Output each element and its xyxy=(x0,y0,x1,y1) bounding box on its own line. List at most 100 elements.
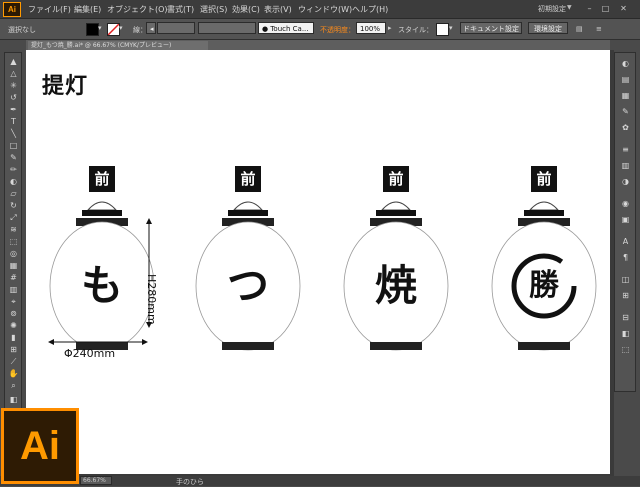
column-graph-tool-icon[interactable]: ▮ xyxy=(8,333,19,342)
lantern-kanji: つ xyxy=(226,261,269,310)
menu-effect[interactable]: 効果(C) xyxy=(232,4,260,15)
panel-menu-icon[interactable]: ≡ xyxy=(596,25,602,33)
magic-wand-tool-icon[interactable]: ✳ xyxy=(8,81,19,90)
brush-definition-dropdown[interactable]: ● Touch Ca... xyxy=(258,22,314,34)
minimize-icon[interactable]: – xyxy=(584,3,595,14)
character-panel-icon[interactable]: A xyxy=(620,237,631,246)
align-panel-icon[interactable]: ⊟ xyxy=(620,313,631,322)
workspace-caret-icon[interactable]: ▼ xyxy=(567,4,572,11)
style-label: スタイル： xyxy=(398,26,433,34)
zoom-field[interactable]: 66.67% xyxy=(80,476,112,485)
fill-stroke-icon[interactable]: ◧ xyxy=(8,395,19,404)
transparency-panel-icon[interactable]: ◑ xyxy=(620,177,631,186)
close-icon[interactable]: ✕ xyxy=(618,3,629,14)
artboards-panel-icon[interactable]: ⊞ xyxy=(620,291,631,300)
symbols-panel-icon[interactable]: ✿ xyxy=(620,123,631,132)
artboard-title: 提灯 xyxy=(42,73,89,99)
pencil-tool-icon[interactable]: ✏ xyxy=(8,165,19,174)
stroke-caret-icon[interactable]: ▾ xyxy=(119,24,123,32)
menu-object[interactable]: オブジェクト(O) xyxy=(107,4,168,15)
menu-select[interactable]: 選択(S) xyxy=(200,4,227,15)
lantern-kanji: 焼 xyxy=(374,261,417,310)
appearance-panel-icon[interactable]: ◉ xyxy=(620,199,631,208)
artboard-tool-icon[interactable]: ⊞ xyxy=(8,345,19,354)
stroke-weight-stepper[interactable]: ◂ xyxy=(146,22,156,34)
hand-tool-icon[interactable]: ✋ xyxy=(8,369,19,378)
rectangle-tool-icon[interactable]: □ xyxy=(8,141,19,150)
lantern-kanji: 勝 xyxy=(529,268,559,303)
lantern-2[interactable]: 前 つ xyxy=(192,166,304,366)
free-transform-tool-icon[interactable]: ⬚ xyxy=(8,237,19,246)
color-guide-icon[interactable]: ▤ xyxy=(620,75,631,84)
selection-status: 選択なし xyxy=(8,26,36,34)
line-tool-icon[interactable]: ╲ xyxy=(8,129,19,138)
type-tool-icon[interactable]: T xyxy=(8,117,19,126)
illustrator-logo-badge: Ai xyxy=(1,408,79,484)
symbol-sprayer-tool-icon[interactable]: ✺ xyxy=(8,321,19,330)
menu-bar: Ai ファイル(F) 編集(E) オブジェクト(O) 書式(T) 選択(S) 効… xyxy=(0,0,640,19)
document-tab[interactable]: 提灯_もつ焼_勝.ai* @ 66.67% (CMYK/プレビュー) xyxy=(28,41,208,50)
eyedropper-tool-icon[interactable]: ⌖ xyxy=(8,297,19,306)
arrange-icon[interactable]: ▤ xyxy=(576,25,583,33)
fill-caret-icon[interactable]: ▾ xyxy=(98,24,102,32)
slice-tool-icon[interactable]: ⟋ xyxy=(8,357,19,366)
style-caret-icon[interactable]: ▾ xyxy=(449,24,453,32)
front-label: 前 xyxy=(531,166,557,192)
graphic-style-swatch[interactable] xyxy=(436,23,449,36)
paragraph-panel-icon[interactable]: ¶ xyxy=(620,253,631,262)
menu-view[interactable]: 表示(V) xyxy=(264,4,292,15)
layers-panel-icon[interactable]: ◫ xyxy=(620,275,631,284)
direct-selection-tool-icon[interactable]: △ xyxy=(8,69,19,78)
menu-type[interactable]: 書式(T) xyxy=(167,4,194,15)
pathfinder-panel-icon[interactable]: ◧ xyxy=(620,329,631,338)
gradient-panel-icon[interactable]: ▥ xyxy=(620,161,631,170)
variable-width-profile[interactable] xyxy=(198,22,256,34)
mesh-tool-icon[interactable]: # xyxy=(8,273,19,282)
graphic-styles-panel-icon[interactable]: ▣ xyxy=(620,215,631,224)
paintbrush-tool-icon[interactable]: ✎ xyxy=(8,153,19,162)
front-label: 前 xyxy=(89,166,115,192)
shape-builder-tool-icon[interactable]: ◎ xyxy=(8,249,19,258)
menu-file[interactable]: ファイル(F) xyxy=(28,4,71,15)
width-dimension-label: Φ240mm xyxy=(64,347,116,360)
height-dimension-label: H280mm xyxy=(145,274,158,325)
menu-window[interactable]: ウィンドウ(W) xyxy=(298,4,352,15)
pen-tool-icon[interactable]: ✒ xyxy=(8,105,19,114)
eraser-tool-icon[interactable]: ▱ xyxy=(8,189,19,198)
blob-brush-tool-icon[interactable]: ◐ xyxy=(8,177,19,186)
perspective-grid-tool-icon[interactable]: ▦ xyxy=(8,261,19,270)
menu-edit[interactable]: 編集(E) xyxy=(74,4,101,15)
status-bar: 66.67% 手のひら xyxy=(0,476,640,486)
front-label: 前 xyxy=(383,166,409,192)
scale-tool-icon[interactable]: ⤢ xyxy=(8,213,19,222)
document-settings-button[interactable]: ドキュメント設定 xyxy=(460,22,522,34)
lantern-4[interactable]: 前 勝 xyxy=(488,166,600,366)
front-label: 前 xyxy=(235,166,261,192)
gradient-tool-icon[interactable]: ▥ xyxy=(8,285,19,294)
maximize-icon[interactable]: □ xyxy=(600,3,611,14)
preferences-button[interactable]: 環境設定 xyxy=(528,22,568,34)
artboard[interactable]: 提灯 前 も 前 つ 前 焼 前 勝 H280mm Φ240mm xyxy=(26,50,610,474)
app-logo: Ai xyxy=(3,2,21,17)
workspace-switcher[interactable]: 初期設定 xyxy=(538,4,566,14)
width-tool-icon[interactable]: ≋ xyxy=(8,225,19,234)
menu-help[interactable]: ヘルプ(H) xyxy=(352,4,388,15)
stroke-label: 線： xyxy=(133,26,147,34)
lasso-tool-icon[interactable]: ↺ xyxy=(8,93,19,102)
swatches-panel-icon[interactable]: ▦ xyxy=(620,91,631,100)
zoom-tool-icon[interactable]: ⌕ xyxy=(8,381,19,390)
selection-tool-icon[interactable]: ▲ xyxy=(8,57,19,66)
opacity-label[interactable]: 不透明度： xyxy=(320,25,355,35)
brushes-panel-icon[interactable]: ✎ xyxy=(620,107,631,116)
lantern-3[interactable]: 前 焼 xyxy=(340,166,452,366)
panel-dock: ◐ ▤ ▦ ✎ ✿ ≡ ▥ ◑ ◉ ▣ A ¶ ◫ ⊞ ⊟ ◧ ⬚ xyxy=(614,52,636,392)
transform-panel-icon[interactable]: ⬚ xyxy=(620,345,631,354)
stroke-panel-icon[interactable]: ≡ xyxy=(620,145,631,154)
opacity-field[interactable]: 100% xyxy=(356,22,386,34)
blend-tool-icon[interactable]: ⊚ xyxy=(8,309,19,318)
tools-panel: ▲ △ ✳ ↺ ✒ T ╲ □ ✎ ✏ ◐ ▱ ↻ ⤢ ≋ ⬚ ◎ ▦ # ▥ … xyxy=(4,52,22,412)
rotate-tool-icon[interactable]: ↻ xyxy=(8,201,19,210)
stroke-weight-field[interactable] xyxy=(157,22,195,34)
opacity-caret-icon[interactable]: ▸ xyxy=(388,24,392,32)
color-panel-icon[interactable]: ◐ xyxy=(620,59,631,68)
